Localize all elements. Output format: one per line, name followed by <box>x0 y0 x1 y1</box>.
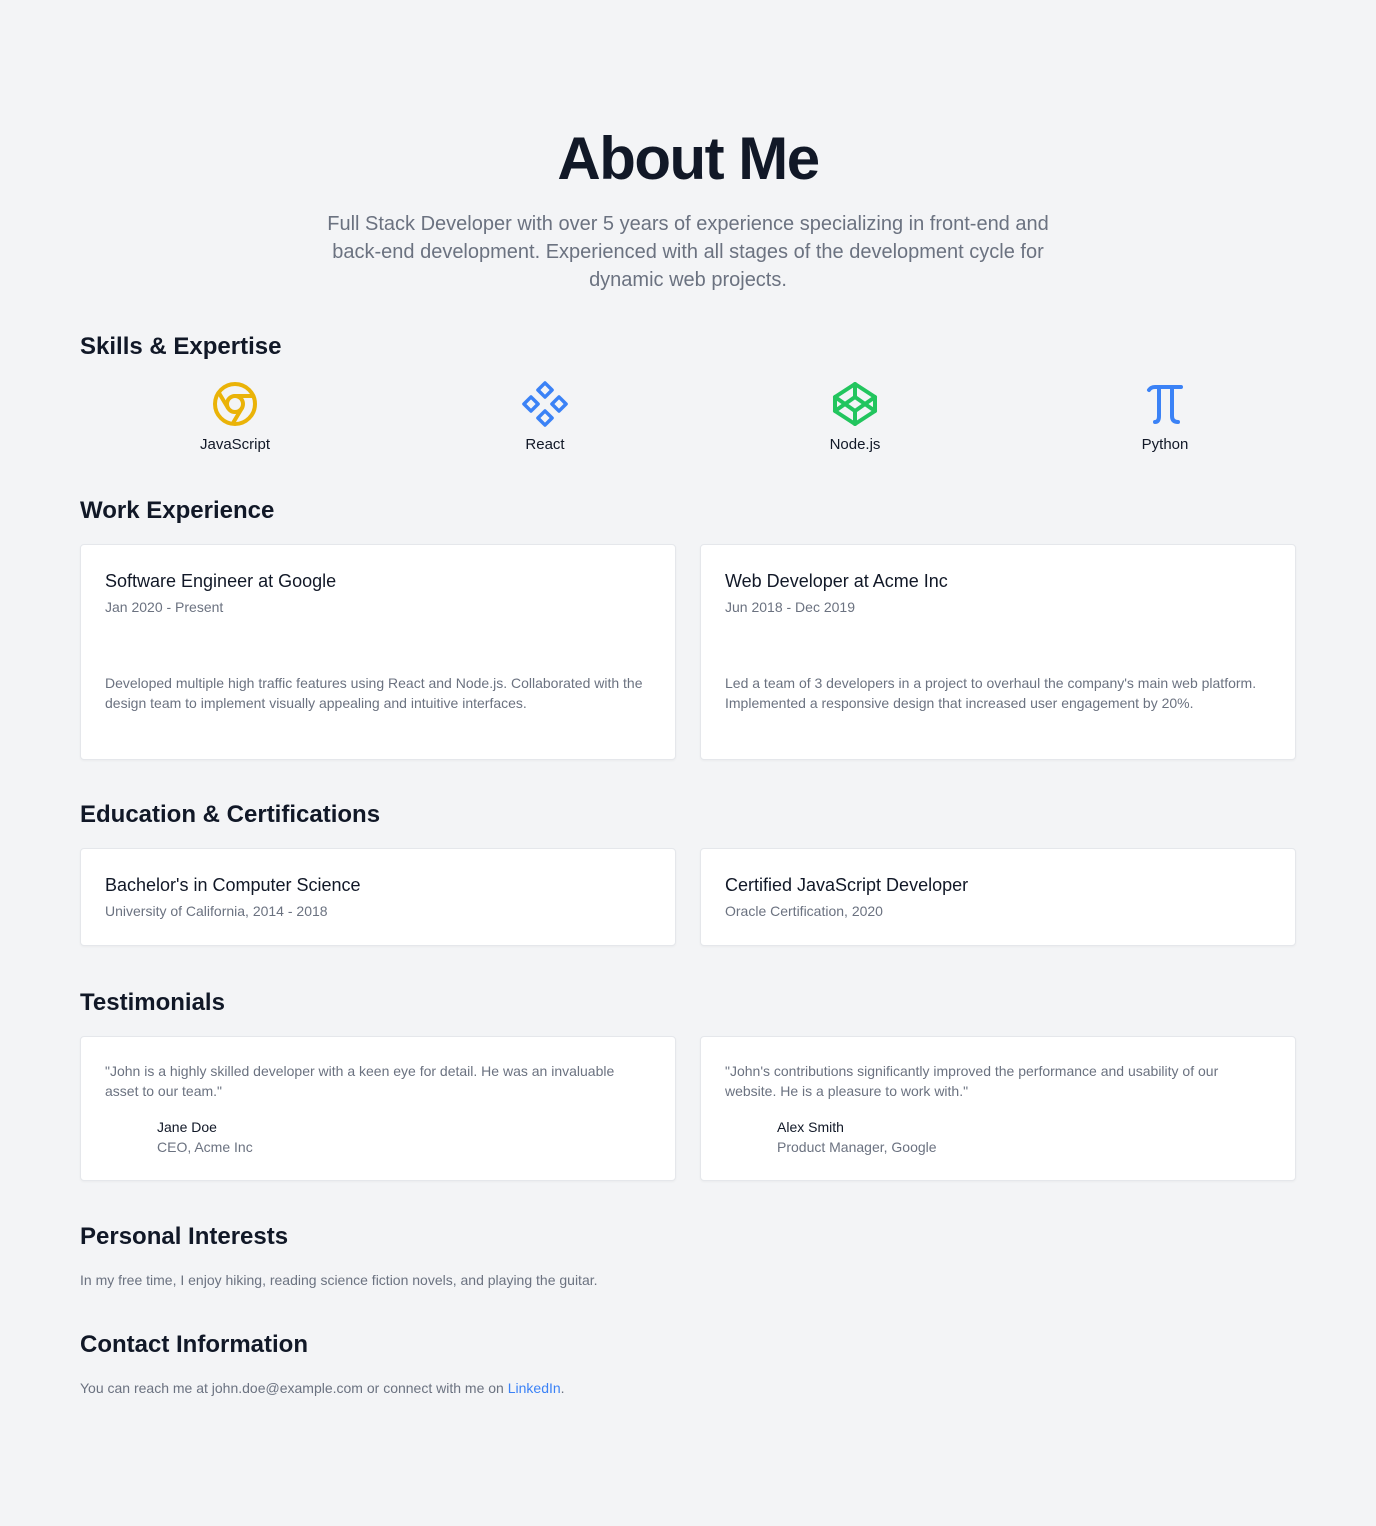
skills-grid: JavaScript React Node.js Python <box>80 380 1320 453</box>
education-detail: University of California, 2014 - 2018 <box>105 903 328 919</box>
education-cards: Bachelor's in Computer Science Universit… <box>80 848 1296 946</box>
work-card: Web Developer at Acme Inc Jun 2018 - Dec… <box>700 544 1296 760</box>
skill-react: React <box>390 380 700 453</box>
skill-label: Python <box>1141 436 1189 453</box>
skill-label: Node.js <box>829 436 881 453</box>
skill-nodejs: Node.js <box>700 380 1010 453</box>
skill-label: JavaScript <box>199 436 271 453</box>
testimonial-card: "John's contributions significantly impr… <box>700 1036 1296 1181</box>
author-role: Product Manager, Google <box>777 1139 937 1155</box>
testimonial-quote: "John's contributions significantly impr… <box>725 1063 1219 1099</box>
testimonial-card: "John is a highly skilled developer with… <box>80 1036 676 1181</box>
skill-python: Python <box>1010 380 1320 453</box>
author-name: Alex Smith <box>777 1119 844 1135</box>
work-heading: Work Experience <box>80 497 275 524</box>
interests-heading: Personal Interests <box>80 1223 289 1250</box>
contact-heading: Contact Information <box>80 1331 308 1358</box>
contact-text: You can reach me at john.doe@example.com… <box>80 1378 565 1398</box>
testimonial-author: Alex Smith Product Manager, Google <box>725 1117 1271 1157</box>
page-title: About Me <box>557 125 820 192</box>
work-card: Software Engineer at Google Jan 2020 - P… <box>80 544 676 760</box>
work-dates: Jan 2020 - Present <box>105 599 224 615</box>
education-heading: Education & Certifications <box>80 801 381 828</box>
education-card: Certified JavaScript Developer Oracle Ce… <box>700 848 1296 946</box>
author-role: CEO, Acme Inc <box>157 1139 253 1155</box>
education-title: Bachelor's in Computer Science <box>105 875 361 895</box>
page-subtitle: Full Stack Developer with over 5 years o… <box>327 213 1049 291</box>
author-name: Jane Doe <box>157 1119 217 1135</box>
education-title: Certified JavaScript Developer <box>725 875 969 895</box>
skills-heading: Skills & Expertise <box>80 333 282 360</box>
skill-label: React <box>525 436 565 453</box>
work-description: Led a team of 3 developers in a project … <box>725 675 1257 711</box>
work-cards: Software Engineer at Google Jan 2020 - P… <box>80 544 1296 760</box>
pi-icon <box>1147 385 1183 424</box>
hero: About Me Full Stack Developer with over … <box>0 126 1376 294</box>
testimonial-cards: "John is a highly skilled developer with… <box>80 1036 1296 1181</box>
testimonial-author: Jane Doe CEO, Acme Inc <box>105 1117 651 1157</box>
diamond-grid-icon <box>522 381 568 427</box>
work-role: Web Developer at Acme Inc <box>725 571 948 591</box>
education-card: Bachelor's in Computer Science Universit… <box>80 848 676 946</box>
testimonial-quote: "John is a highly skilled developer with… <box>105 1063 615 1099</box>
chrome-icon <box>213 382 257 426</box>
contact-text-before: You can reach me at john.doe@example.com… <box>80 1380 508 1396</box>
about-page: About Me Full Stack Developer with over … <box>0 0 1376 1526</box>
testimonials-heading: Testimonials <box>80 989 225 1016</box>
linkedin-link[interactable]: LinkedIn <box>508 1380 561 1396</box>
contact-text-after: . <box>560 1380 565 1396</box>
interests-text: In my free time, I enjoy hiking, reading… <box>80 1272 598 1288</box>
skill-javascript: JavaScript <box>80 380 390 453</box>
work-description: Developed multiple high traffic features… <box>105 675 643 711</box>
codepen-icon <box>833 382 877 426</box>
work-role: Software Engineer at Google <box>105 571 337 591</box>
work-dates: Jun 2018 - Dec 2019 <box>725 599 855 615</box>
education-detail: Oracle Certification, 2020 <box>725 903 883 919</box>
